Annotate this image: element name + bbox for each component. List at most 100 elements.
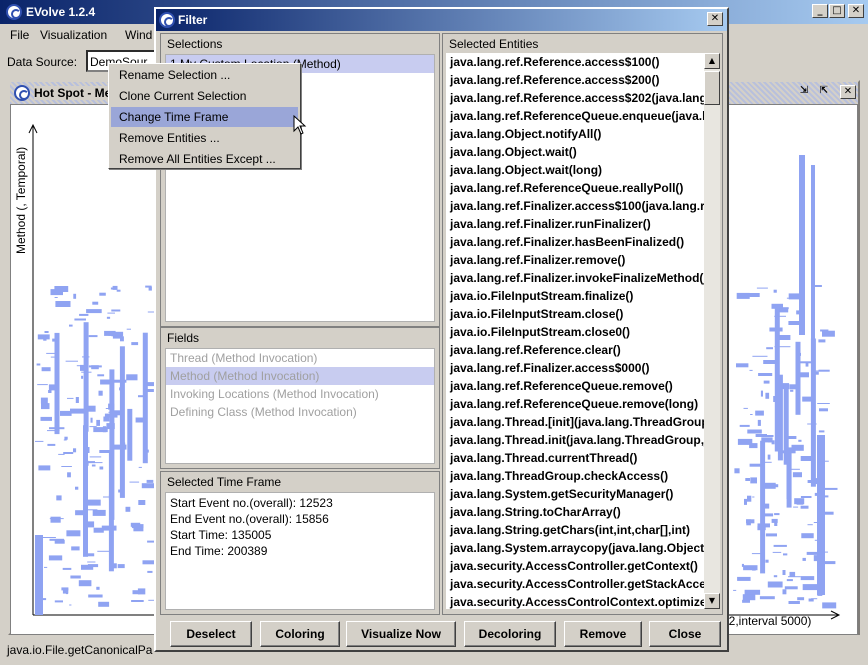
restore-icon[interactable]: ⇲ bbox=[796, 85, 812, 99]
hot-spot-mark bbox=[797, 597, 805, 601]
selected-entities-list[interactable]: java.lang.ref.Reference.access$100() java… bbox=[446, 53, 704, 609]
hot-spot-mark bbox=[138, 500, 146, 505]
menu-item-change-time-frame[interactable]: Change Time Frame bbox=[111, 107, 298, 127]
entity-item[interactable]: java.lang.System.arraycopy(java.lang.Obj… bbox=[446, 539, 704, 557]
entity-item[interactable]: java.lang.ThreadGroup.checkAccess() bbox=[446, 467, 704, 485]
hot-spot-mark bbox=[788, 576, 801, 578]
hot-spot-title: Hot Spot - Me bbox=[34, 86, 116, 100]
hot-spot-mark bbox=[88, 594, 103, 598]
entity-item[interactable]: java.lang.System.getSecurityManager() bbox=[446, 485, 704, 503]
hot-spot-mark bbox=[817, 435, 825, 595]
remove-button[interactable]: Remove bbox=[564, 621, 642, 647]
scroll-down-icon[interactable]: ▼ bbox=[704, 593, 720, 609]
entity-item[interactable]: java.lang.ref.Reference.access$202(java.… bbox=[446, 89, 704, 107]
hot-spot-mark bbox=[125, 506, 131, 512]
entity-item[interactable]: java.lang.Thread.init(java.lang.ThreadGr… bbox=[446, 431, 704, 449]
hot-spot-mark bbox=[782, 570, 786, 575]
entity-item[interactable]: java.lang.ref.Finalizer.access$000() bbox=[446, 359, 704, 377]
hot-spot-mark bbox=[765, 533, 777, 537]
entity-item[interactable]: java.io.FileInputStream.close0() bbox=[446, 323, 704, 341]
hot-spot-mark bbox=[38, 465, 51, 471]
hot-spot-mark bbox=[755, 410, 764, 416]
hot-spot-mark bbox=[48, 555, 63, 561]
entity-item[interactable]: java.lang.ref.Reference.access$200() bbox=[446, 71, 704, 89]
close-window-button[interactable]: ✕ bbox=[848, 4, 864, 18]
decoloring-button[interactable]: Decoloring bbox=[464, 621, 556, 647]
hot-spot-mark bbox=[135, 417, 143, 423]
entity-item[interactable]: java.lang.ref.ReferenceQueue.remove(long… bbox=[446, 395, 704, 413]
menu-file[interactable]: File bbox=[10, 28, 29, 42]
close-button[interactable]: Close bbox=[649, 621, 721, 647]
entity-item[interactable]: java.lang.String.getChars(int,int,char[]… bbox=[446, 521, 704, 539]
maximize-icon[interactable]: ⇱ bbox=[816, 85, 832, 99]
maximize-button[interactable]: □ bbox=[829, 4, 845, 18]
entity-item[interactable]: java.lang.ref.Finalizer.invokeFinalizeMe… bbox=[446, 269, 704, 287]
mouse-cursor-icon bbox=[293, 115, 307, 135]
field-item-thread[interactable]: Thread (Method Invocation) bbox=[166, 349, 434, 367]
entity-item[interactable]: java.lang.Object.wait() bbox=[446, 143, 704, 161]
visualize-now-button[interactable]: Visualize Now bbox=[346, 621, 456, 647]
hot-spot-mark bbox=[798, 439, 802, 442]
entity-item[interactable]: java.lang.ref.Reference.access$100() bbox=[446, 53, 704, 71]
deselect-button[interactable]: Deselect bbox=[170, 621, 252, 647]
hot-spot-mark bbox=[76, 365, 83, 367]
field-item-defining-class[interactable]: Defining Class (Method Invocation) bbox=[166, 403, 434, 421]
entity-item[interactable]: java.io.FileInputStream.close() bbox=[446, 305, 704, 323]
app-title: EVolve 1.2.4 bbox=[26, 5, 96, 19]
evolve-logo-icon bbox=[14, 85, 30, 101]
hot-spot-mark bbox=[790, 389, 794, 392]
entity-item[interactable]: java.lang.Object.wait(long) bbox=[446, 161, 704, 179]
entity-item[interactable]: java.lang.Thread.currentThread() bbox=[446, 449, 704, 467]
evolve-logo-icon bbox=[159, 12, 175, 28]
field-item-method[interactable]: Method (Method Invocation) bbox=[166, 367, 434, 385]
hot-spot-mark bbox=[742, 599, 750, 603]
hot-spot-mark bbox=[126, 328, 131, 330]
entity-item[interactable]: java.security.AccessController.getStackA… bbox=[446, 575, 704, 593]
hot-spot-mark bbox=[784, 586, 798, 590]
hot-spot-mark bbox=[89, 426, 97, 428]
hot-spot-mark bbox=[768, 439, 772, 443]
hot-spot-mark bbox=[818, 430, 825, 433]
entity-item[interactable]: java.lang.ref.ReferenceQueue.enqueue(jav… bbox=[446, 107, 704, 125]
hot-spot-mark bbox=[83, 425, 88, 557]
menu-visualization[interactable]: Visualization bbox=[40, 28, 107, 42]
hot-spot-mark bbox=[129, 481, 140, 483]
entity-item[interactable]: java.lang.ref.ReferenceQueue.remove() bbox=[446, 377, 704, 395]
entity-item[interactable]: java.lang.String.toCharArray() bbox=[446, 503, 704, 521]
close-dialog-button[interactable]: ✕ bbox=[707, 12, 723, 26]
fields-list[interactable]: Thread (Method Invocation) Method (Metho… bbox=[165, 348, 435, 464]
minimize-button[interactable]: _ bbox=[812, 4, 828, 18]
hot-spot-mark bbox=[90, 417, 93, 423]
menu-item-clone-selection[interactable]: Clone Current Selection bbox=[111, 86, 298, 106]
close-icon[interactable]: ✕ bbox=[840, 85, 856, 99]
field-item-invoking-locations[interactable]: Invoking Locations (Method Invocation) bbox=[166, 385, 434, 403]
entity-item[interactable]: java.lang.Thread.[init](java.lang.Thread… bbox=[446, 413, 704, 431]
entity-item[interactable]: java.lang.ref.ReferenceQueue.reallyPoll(… bbox=[446, 179, 704, 197]
entity-item[interactable]: java.lang.ref.Finalizer.hasBeenFinalized… bbox=[446, 233, 704, 251]
entity-item[interactable]: java.security.AccessController.getContex… bbox=[446, 557, 704, 575]
scroll-up-icon[interactable]: ▲ bbox=[704, 53, 720, 69]
hot-spot-mark bbox=[739, 424, 750, 427]
hot-spot-mark bbox=[786, 451, 792, 508]
entity-item[interactable]: java.lang.Object.notifyAll() bbox=[446, 125, 704, 143]
entities-scrollbar[interactable]: ▲ ▼ bbox=[704, 53, 720, 609]
hot-spot-mark bbox=[70, 408, 85, 414]
entity-item[interactable]: java.io.FileInputStream.finalize() bbox=[446, 287, 704, 305]
hot-spot-mark bbox=[744, 589, 761, 595]
entity-item[interactable]: java.lang.ref.Finalizer.runFinalizer() bbox=[446, 215, 704, 233]
hot-spot-mark bbox=[87, 561, 96, 563]
hot-spot-mark bbox=[738, 579, 750, 581]
menu-item-remove-all-except[interactable]: Remove All Entities Except ... bbox=[111, 149, 298, 169]
end-time-text: End Time: 200389 bbox=[170, 544, 268, 558]
entity-item[interactable]: java.lang.ref.Reference.clear() bbox=[446, 341, 704, 359]
hot-spot-mark bbox=[752, 496, 755, 498]
menu-item-remove-entities[interactable]: Remove Entities ... bbox=[111, 128, 298, 148]
coloring-button[interactable]: Coloring bbox=[260, 621, 340, 647]
menu-window[interactable]: Wind bbox=[125, 28, 152, 42]
menu-item-rename-selection[interactable]: Rename Selection ... bbox=[111, 65, 298, 85]
scroll-thumb[interactable] bbox=[704, 71, 720, 105]
entity-item[interactable]: java.security.AccessControlContext.optim… bbox=[446, 593, 704, 609]
entity-item[interactable]: java.lang.ref.Finalizer.access$100(java.… bbox=[446, 197, 704, 215]
hot-spot-mark bbox=[86, 309, 102, 314]
entity-item[interactable]: java.lang.ref.Finalizer.remove() bbox=[446, 251, 704, 269]
